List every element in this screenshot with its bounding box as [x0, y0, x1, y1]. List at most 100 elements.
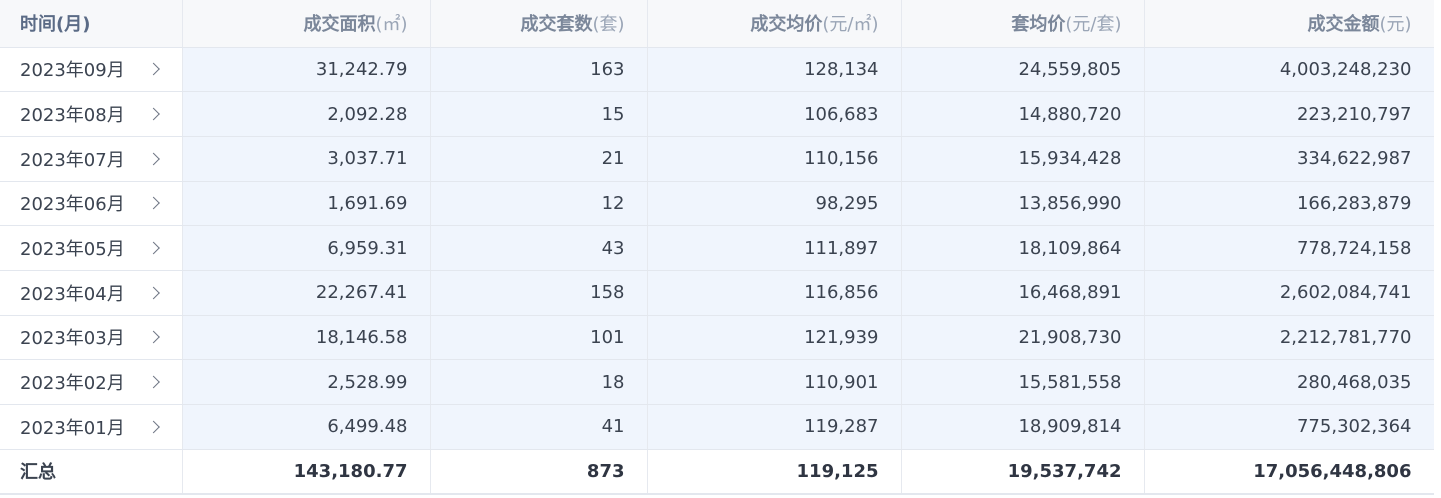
row-month: 2023年08月	[20, 105, 125, 127]
row-unit-price: 14,880,720	[901, 91, 1145, 137]
chevron-right-icon[interactable]	[146, 375, 160, 389]
table-row[interactable]: 2023年05月 6,959.31 43 111,897 18,109,864 …	[0, 225, 1435, 271]
row-unit-price: 21,908,730	[901, 315, 1145, 361]
row-amount: 334,622,987	[1144, 136, 1435, 182]
header-area-title: 成交面积	[303, 14, 376, 36]
row-unit-price: 18,109,864	[901, 225, 1145, 271]
chevron-right-icon[interactable]	[146, 152, 160, 166]
row-avg-price: 128,134	[647, 47, 902, 93]
header-area-unit: (㎡)	[375, 14, 408, 36]
row-unit-price: 24,559,805	[901, 47, 1145, 93]
row-area: 1,691.69	[182, 181, 431, 227]
row-area: 18,146.58	[182, 315, 431, 361]
table-row[interactable]: 2023年08月 2,092.28 15 106,683 14,880,720 …	[0, 91, 1435, 137]
header-units-title: 成交套数	[520, 14, 593, 36]
monthly-transaction-table: 时间(月) 成交面积(㎡) 成交套数(套) 成交均价(元/㎡) 套均价(元/套)…	[0, 0, 1435, 496]
table-row[interactable]: 2023年07月 3,037.71 21 110,156 15,934,428 …	[0, 136, 1435, 182]
total-row: 汇总 143,180.77 873 119,125 19,537,742 17,…	[0, 449, 1435, 496]
row-area: 22,267.41	[182, 270, 431, 316]
table-row[interactable]: 2023年03月 18,146.58 101 121,939 21,908,73…	[0, 315, 1435, 361]
row-avg-price: 116,856	[647, 270, 902, 316]
header-unit-price[interactable]: 套均价(元/套)	[901, 0, 1145, 48]
row-avg-price: 121,939	[647, 315, 902, 361]
row-unit-price: 16,468,891	[901, 270, 1145, 316]
row-month-cell[interactable]: 2023年01月	[0, 404, 183, 450]
header-month-title: 时间	[20, 14, 56, 36]
row-amount: 778,724,158	[1144, 225, 1435, 271]
row-units: 15	[430, 91, 648, 137]
header-amount[interactable]: 成交金额(元)	[1144, 0, 1435, 48]
row-avg-price: 110,901	[647, 359, 902, 405]
row-month-cell[interactable]: 2023年09月	[0, 47, 183, 93]
row-amount: 166,283,879	[1144, 181, 1435, 227]
header-area[interactable]: 成交面积(㎡)	[182, 0, 431, 48]
row-amount: 2,212,781,770	[1144, 315, 1435, 361]
table-row[interactable]: 2023年02月 2,528.99 18 110,901 15,581,558 …	[0, 359, 1435, 405]
row-area: 2,528.99	[182, 359, 431, 405]
row-units: 163	[430, 47, 648, 93]
row-month-cell[interactable]: 2023年07月	[0, 136, 183, 182]
table-row[interactable]: 2023年04月 22,267.41 158 116,856 16,468,89…	[0, 270, 1435, 316]
row-month: 2023年04月	[20, 283, 125, 305]
chevron-right-icon[interactable]	[146, 107, 160, 121]
row-units: 21	[430, 136, 648, 182]
header-amount-title: 成交金额	[1307, 14, 1380, 36]
row-month: 2023年06月	[20, 194, 125, 216]
row-amount: 775,302,364	[1144, 404, 1435, 450]
total-avg-price: 119,125	[647, 449, 902, 496]
chevron-right-icon[interactable]	[146, 241, 160, 255]
row-month-cell[interactable]: 2023年03月	[0, 315, 183, 361]
chevron-right-icon[interactable]	[146, 62, 160, 76]
row-month-cell[interactable]: 2023年06月	[0, 181, 183, 227]
row-month-cell[interactable]: 2023年05月	[0, 225, 183, 271]
row-month-cell[interactable]: 2023年04月	[0, 270, 183, 316]
scroll-gutter	[1434, 0, 1441, 498]
row-avg-price: 119,287	[647, 404, 902, 450]
header-units-unit: (套)	[592, 14, 625, 36]
header-unit-price-unit: (元/套)	[1065, 14, 1122, 36]
row-avg-price: 110,156	[647, 136, 902, 182]
table-row[interactable]: 2023年09月 31,242.79 163 128,134 24,559,80…	[0, 47, 1435, 93]
row-amount: 4,003,248,230	[1144, 47, 1435, 93]
chevron-right-icon[interactable]	[146, 197, 160, 210]
header-avg-price-unit: (元/㎡)	[822, 14, 879, 36]
table-row[interactable]: 2023年06月 1,691.69 12 98,295 13,856,990 1…	[0, 181, 1435, 227]
row-unit-price: 15,581,558	[901, 359, 1145, 405]
row-avg-price: 111,897	[647, 225, 902, 271]
row-month-cell[interactable]: 2023年08月	[0, 91, 183, 137]
row-month-cell[interactable]: 2023年02月	[0, 359, 183, 405]
row-avg-price: 106,683	[647, 91, 902, 137]
chevron-right-icon[interactable]	[146, 331, 160, 344]
total-amount: 17,056,448,806	[1144, 449, 1435, 496]
row-month: 2023年01月	[20, 417, 125, 439]
row-area: 3,037.71	[182, 136, 431, 182]
row-units: 158	[430, 270, 648, 316]
row-unit-price: 15,934,428	[901, 136, 1145, 182]
row-amount: 280,468,035	[1144, 359, 1435, 405]
row-month: 2023年09月	[20, 60, 125, 82]
header-avg-price[interactable]: 成交均价(元/㎡)	[647, 0, 902, 48]
table-row[interactable]: 2023年01月 6,499.48 41 119,287 18,909,814 …	[0, 404, 1435, 450]
transaction-table-panel: 时间(月) 成交面积(㎡) 成交套数(套) 成交均价(元/㎡) 套均价(元/套)…	[0, 0, 1441, 498]
row-month: 2023年03月	[20, 328, 125, 350]
row-units: 18	[430, 359, 648, 405]
row-unit-price: 13,856,990	[901, 181, 1145, 227]
row-units: 101	[430, 315, 648, 361]
total-unit-price: 19,537,742	[901, 449, 1145, 496]
header-amount-unit: (元)	[1379, 14, 1412, 36]
header-month-unit: (月)	[56, 14, 91, 36]
row-month: 2023年02月	[20, 373, 125, 395]
chevron-right-icon[interactable]	[146, 286, 160, 300]
row-area: 6,499.48	[182, 404, 431, 450]
row-amount: 223,210,797	[1144, 91, 1435, 137]
total-units: 873	[430, 449, 648, 496]
header-month[interactable]: 时间(月)	[0, 0, 183, 48]
row-month: 2023年07月	[20, 149, 125, 171]
header-units[interactable]: 成交套数(套)	[430, 0, 648, 48]
chevron-right-icon[interactable]	[146, 420, 160, 434]
header-unit-price-title: 套均价	[1011, 14, 1066, 36]
row-area: 31,242.79	[182, 47, 431, 93]
row-amount: 2,602,084,741	[1144, 270, 1435, 316]
row-units: 43	[430, 225, 648, 271]
table-header-row: 时间(月) 成交面积(㎡) 成交套数(套) 成交均价(元/㎡) 套均价(元/套)…	[0, 0, 1435, 48]
